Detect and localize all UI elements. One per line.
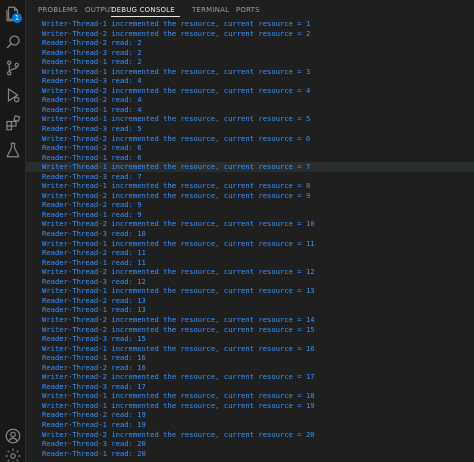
console-line: Reader-Thread-1 read: 9 — [42, 209, 142, 219]
console-line: Writer-Thread-2 incremented the resource… — [42, 324, 315, 334]
console-line: Reader-Thread-1 read: 6 — [42, 152, 142, 162]
console-line: Writer-Thread-2 incremented the resource… — [42, 133, 311, 143]
extensions-icon[interactable] — [3, 113, 23, 133]
console-line: Writer-Thread-2 incremented the resource… — [42, 219, 315, 229]
console-line: Writer-Thread-2 incremented the resource… — [42, 85, 311, 95]
console-line: Reader-Thread-2 read: 2 — [42, 38, 142, 48]
console-line: Reader-Thread-2 read: 11 — [42, 248, 146, 258]
activity-bar: 1 — [0, 0, 26, 462]
console-line: Reader-Thread-2 read: 13 — [42, 295, 146, 305]
console-line: Writer-Thread-2 incremented the resource… — [42, 429, 315, 439]
tab-ports[interactable]: PORTS — [236, 6, 260, 14]
tab-terminal[interactable]: TERMINAL — [192, 6, 229, 14]
console-line: Reader-Thread-1 read: 19 — [42, 419, 146, 429]
console-line: Reader-Thread-1 read: 20 — [42, 448, 146, 458]
console-line: Reader-Thread-1 read: 4 — [42, 104, 142, 114]
console-line: Writer-Thread-1 incremented the resource… — [42, 286, 315, 296]
console-line: Reader-Thread-1 read: 2 — [42, 57, 142, 67]
console-line: Writer-Thread-1 incremented the resource… — [42, 19, 311, 28]
console-line: Reader-Thread-2 read: 4 — [42, 95, 142, 105]
console-line: Reader-Thread-3 read: 4 — [42, 76, 142, 86]
console-line: Reader-Thread-3 read: 10 — [42, 229, 146, 239]
console-line: Reader-Thread-2 read: 6 — [42, 143, 142, 153]
console-line: Writer-Thread-1 incremented the resource… — [42, 400, 315, 410]
console-line: Reader-Thread-3 read: 7 — [42, 171, 142, 181]
console-line: Reader-Thread-3 read: 12 — [42, 276, 146, 286]
console-line: Writer-Thread-2 incremented the resource… — [42, 28, 311, 38]
console-line: Reader-Thread-3 read: 17 — [42, 381, 146, 391]
account-icon[interactable] — [3, 426, 23, 446]
console-line: Writer-Thread-1 incremented the resource… — [42, 114, 311, 124]
console-line: Reader-Thread-3 read: 5 — [42, 124, 142, 134]
tab-debug-console[interactable]: DEBUG CONSOLE — [111, 6, 175, 14]
console-line: Writer-Thread-1 incremented the resource… — [42, 238, 315, 248]
console-line: Reader-Thread-1 read: 16 — [42, 353, 146, 363]
debug-console-output[interactable]: Writer-Thread-1 incremented the resource… — [26, 19, 474, 458]
bottom-panel: PROBLEMS OUTPUT DEBUG CONSOLE TERMINAL P… — [26, 0, 474, 462]
source-control-badge: 1 — [12, 13, 22, 23]
console-line: Reader-Thread-2 read: 16 — [42, 362, 146, 372]
tab-problems[interactable]: PROBLEMS — [38, 6, 78, 14]
settings-gear-icon[interactable] — [3, 446, 23, 462]
console-line: Reader-Thread-3 read: 20 — [42, 439, 146, 449]
console-line: Reader-Thread-1 read: 11 — [42, 257, 146, 267]
console-line: Writer-Thread-1 incremented the resource… — [26, 162, 474, 172]
console-line: Reader-Thread-2 read: 19 — [42, 410, 146, 420]
console-line: Writer-Thread-1 incremented the resource… — [42, 66, 311, 76]
run-debug-icon[interactable] — [3, 85, 23, 105]
testing-icon[interactable] — [3, 140, 23, 160]
console-line: Writer-Thread-1 incremented the resource… — [42, 343, 315, 353]
console-line: Reader-Thread-3 read: 2 — [42, 47, 142, 57]
active-tab-indicator — [111, 16, 180, 17]
console-line: Reader-Thread-1 read: 13 — [42, 305, 146, 315]
console-line: Writer-Thread-2 incremented the resource… — [42, 314, 315, 324]
console-line: Reader-Thread-3 read: 15 — [42, 334, 146, 344]
console-line: Writer-Thread-2 incremented the resource… — [42, 372, 315, 382]
console-line: Reader-Thread-2 read: 9 — [42, 200, 142, 210]
search-icon[interactable] — [3, 32, 23, 52]
console-line: Writer-Thread-1 incremented the resource… — [42, 181, 311, 191]
console-line: Writer-Thread-1 incremented the resource… — [42, 391, 315, 401]
console-line: Writer-Thread-2 incremented the resource… — [42, 267, 315, 277]
source-control-icon[interactable] — [3, 58, 23, 78]
console-line: Writer-Thread-2 incremented the resource… — [42, 190, 311, 200]
